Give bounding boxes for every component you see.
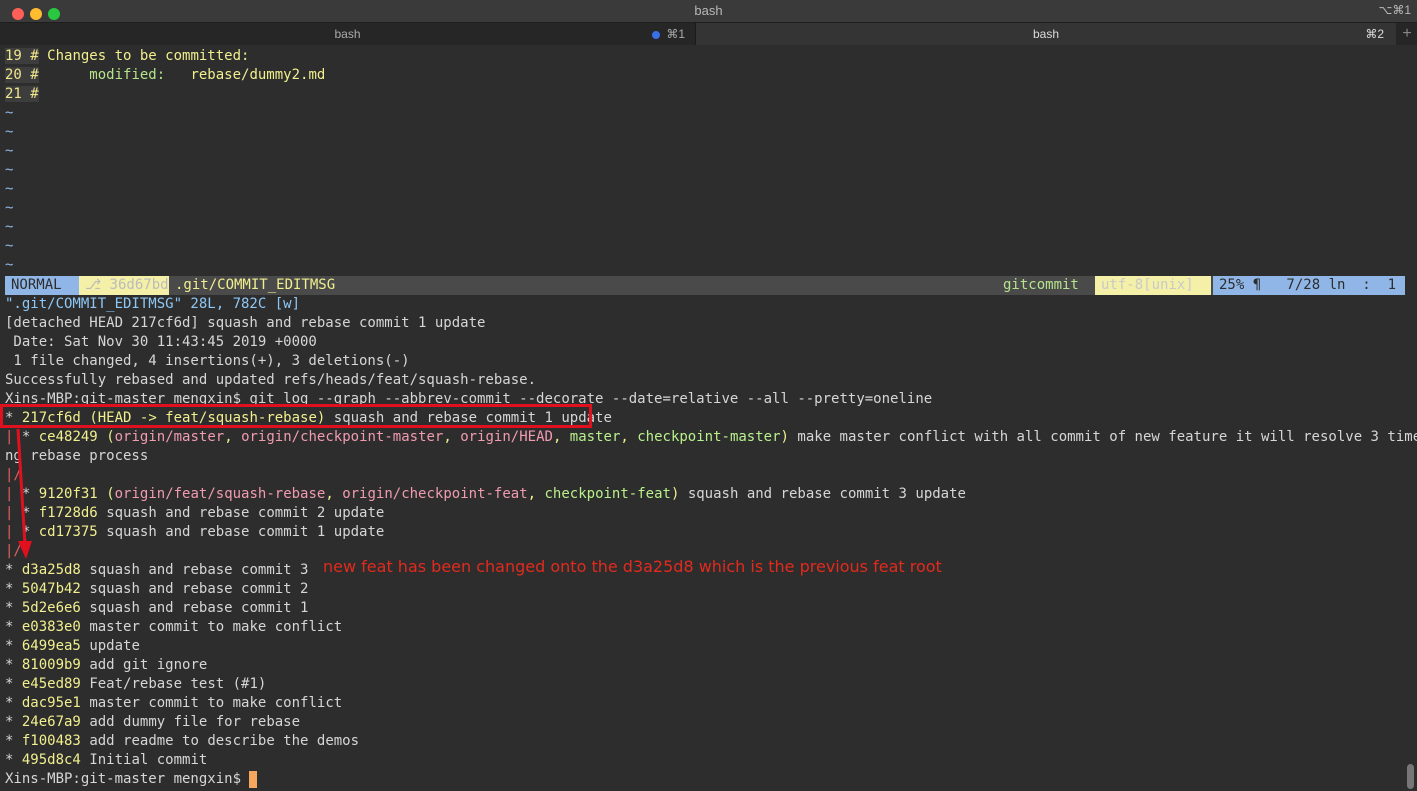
title-bar: bash ⌥⌘1 [0,0,1417,23]
log-line: * 6499ea5 update [5,638,140,654]
prompt-line[interactable]: Xins-MBP:git-master mengxin$ [5,770,258,789]
tab-label: bash [1032,27,1060,41]
log-line-feat: | * 9120f31 (origin/feat/squash-rebase, … [5,486,966,502]
terminal-content[interactable]: 19 # Changes to be committed: 20 # modif… [0,45,1417,791]
tab-label: bash [334,27,361,41]
activity-dot-icon [652,30,661,39]
vim-filename: .git/COMMIT_EDITMSG [175,277,336,293]
log-line: * 5d2e6e6 squash and rebase commit 1 [5,600,309,616]
log-line: * f100483 add readme to describe the dem… [5,733,360,749]
log-line: * e0383e0 master commit to make conflict [5,619,343,635]
log-line: * 5047b42 squash and rebase commit 2 [5,581,309,597]
log-line: * e45ed89 Feat/rebase test (#1) [5,676,267,692]
annotation-arrow-icon [16,428,32,559]
output-line: Successfully rebased and updated refs/he… [5,372,537,388]
vim-encoding: utf-8[unix] [1095,276,1211,295]
vim-filetype: gitcommit [1003,277,1079,293]
tab-bash-1[interactable]: bash ⌘1 [0,23,696,45]
vim-statusline: NORMAL ⎇ 36d67bd .git/COMMIT_EDITMSG git… [5,276,1405,295]
log-line: | * f1728d6 squash and rebase commit 2 u… [5,505,385,521]
tab-bar: bash ⌘1 bash ⌘2 + [0,23,1417,45]
tab-shortcut: ⌘1 [652,27,685,41]
log-line: * dac95e1 master commit to make conflict [5,695,343,711]
vim-position: 25% ¶ 7/28 ln : 1 [1213,276,1405,295]
window-shortcut: ⌥⌘1 [1378,3,1411,17]
output-line: [detached HEAD 217cf6d] squash and rebas… [5,315,486,331]
log-line-master: | * ce48249 (origin/master, origin/check… [5,429,1417,445]
annotation-highlight-box [0,404,592,428]
vim-branch: ⎇ 36d67bd [79,276,169,295]
annotation-text: new feat has been changed onto the d3a25… [323,557,942,576]
output-line: 1 file changed, 4 insertions(+), 3 delet… [5,353,410,369]
terminal-window: bash ⌥⌘1 bash ⌘1 bash ⌘2 + 19 # Changes … [0,0,1417,791]
scrollbar[interactable] [1407,764,1414,789]
window-title: bash [694,3,723,18]
log-line: | * cd17375 squash and rebase commit 1 u… [5,524,385,540]
log-line: * 495d8c4 Initial commit [5,752,208,768]
log-line: * 81009b9 add git ignore [5,657,208,673]
new-tab-icon[interactable]: + [1397,23,1417,45]
tab-bash-2[interactable]: bash ⌘2 [696,23,1396,45]
tab-shortcut: ⌘2 [1365,27,1384,41]
text-cursor [249,770,258,788]
log-line: * 24e67a9 add dummy file for rebase [5,714,301,730]
